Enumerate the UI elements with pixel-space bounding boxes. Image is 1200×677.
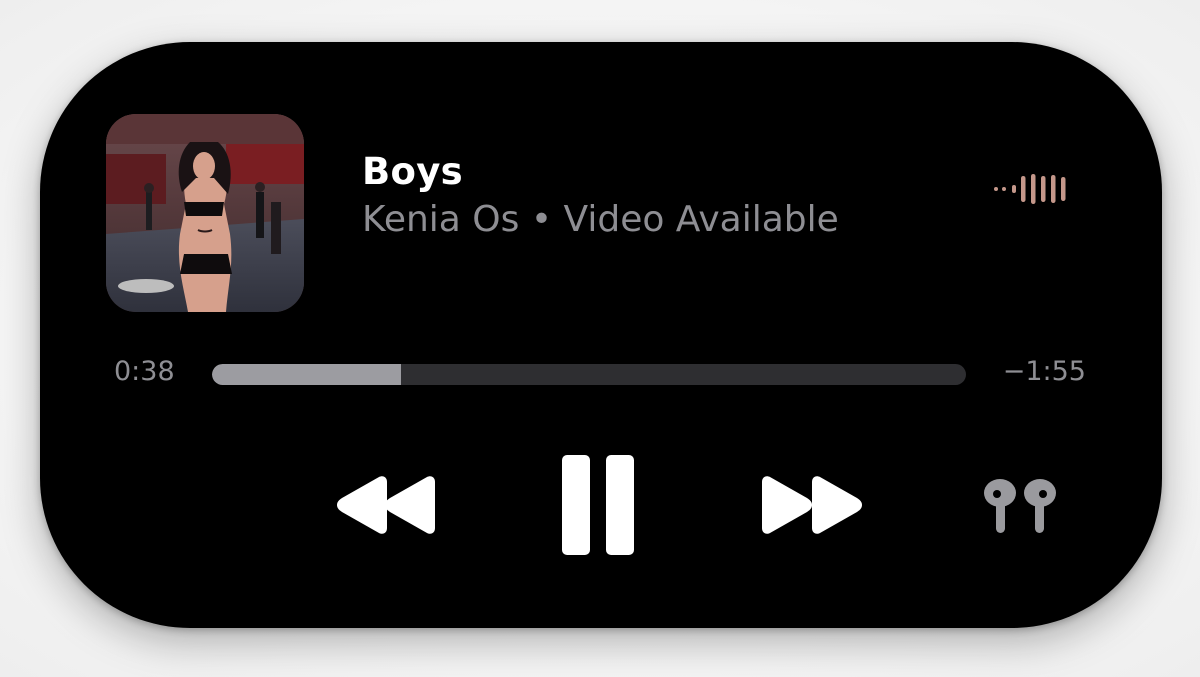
rewind-button[interactable] bbox=[333, 474, 441, 536]
pause-icon bbox=[562, 455, 634, 555]
album-artwork-image bbox=[106, 114, 304, 312]
airpods-icon bbox=[984, 479, 1056, 533]
now-playing-widget: Boys Kenia Os • Video Available 0:38 −1:… bbox=[40, 42, 1162, 628]
airpods-output-button[interactable] bbox=[980, 477, 1060, 537]
audio-waveform-icon[interactable] bbox=[992, 172, 1082, 206]
progress-fill bbox=[212, 364, 401, 385]
pause-button[interactable] bbox=[560, 455, 638, 555]
track-title[interactable]: Boys bbox=[362, 150, 463, 193]
fast-forward-icon bbox=[762, 476, 862, 534]
progress-bar[interactable] bbox=[212, 364, 966, 385]
rewind-icon bbox=[337, 476, 435, 534]
album-artwork[interactable] bbox=[106, 114, 304, 312]
fast-forward-button[interactable] bbox=[758, 474, 866, 536]
stage: Boys Kenia Os • Video Available 0:38 −1:… bbox=[0, 0, 1200, 677]
remaining-time: −1:55 bbox=[1002, 356, 1086, 387]
track-subtitle[interactable]: Kenia Os • Video Available bbox=[362, 199, 839, 240]
elapsed-time: 0:38 bbox=[114, 356, 175, 387]
